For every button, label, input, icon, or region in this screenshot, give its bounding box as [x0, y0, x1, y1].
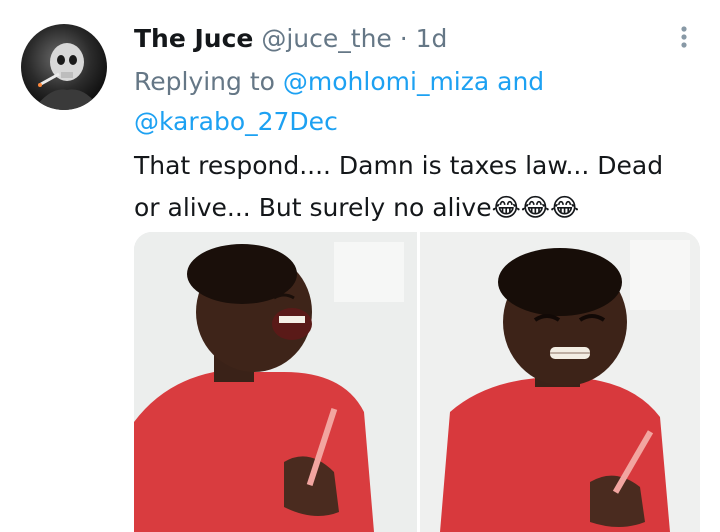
timestamp[interactable]: 1d: [416, 24, 448, 53]
reply-joiner: and: [497, 67, 545, 96]
avatar[interactable]: [21, 24, 107, 110]
photo-boy-laughing[interactable]: [134, 232, 417, 532]
mention-link[interactable]: @karabo_27Dec: [134, 107, 338, 136]
author-handle[interactable]: @juce_the: [261, 24, 391, 53]
separator: ·: [399, 24, 408, 53]
tweet-media[interactable]: [134, 232, 700, 532]
tweet-header: The Juce @juce_the · 1d: [134, 22, 447, 56]
more-vertical-icon[interactable]: [676, 24, 692, 52]
mention-link[interactable]: @mohlomi_miza: [283, 67, 489, 96]
photo-boy-grimacing[interactable]: [420, 232, 700, 532]
tweet-text: That respond.... Damn is taxes law... De…: [134, 151, 664, 222]
replying-to-label: Replying to: [134, 67, 275, 96]
avatar-image: [33, 43, 101, 110]
replying-to: Replying to @mohlomi_miza and @karabo_27…: [134, 62, 674, 142]
tweet[interactable]: The Juce @juce_the · 1d Replying to @moh…: [0, 0, 720, 532]
author-name[interactable]: The Juce: [134, 24, 253, 53]
